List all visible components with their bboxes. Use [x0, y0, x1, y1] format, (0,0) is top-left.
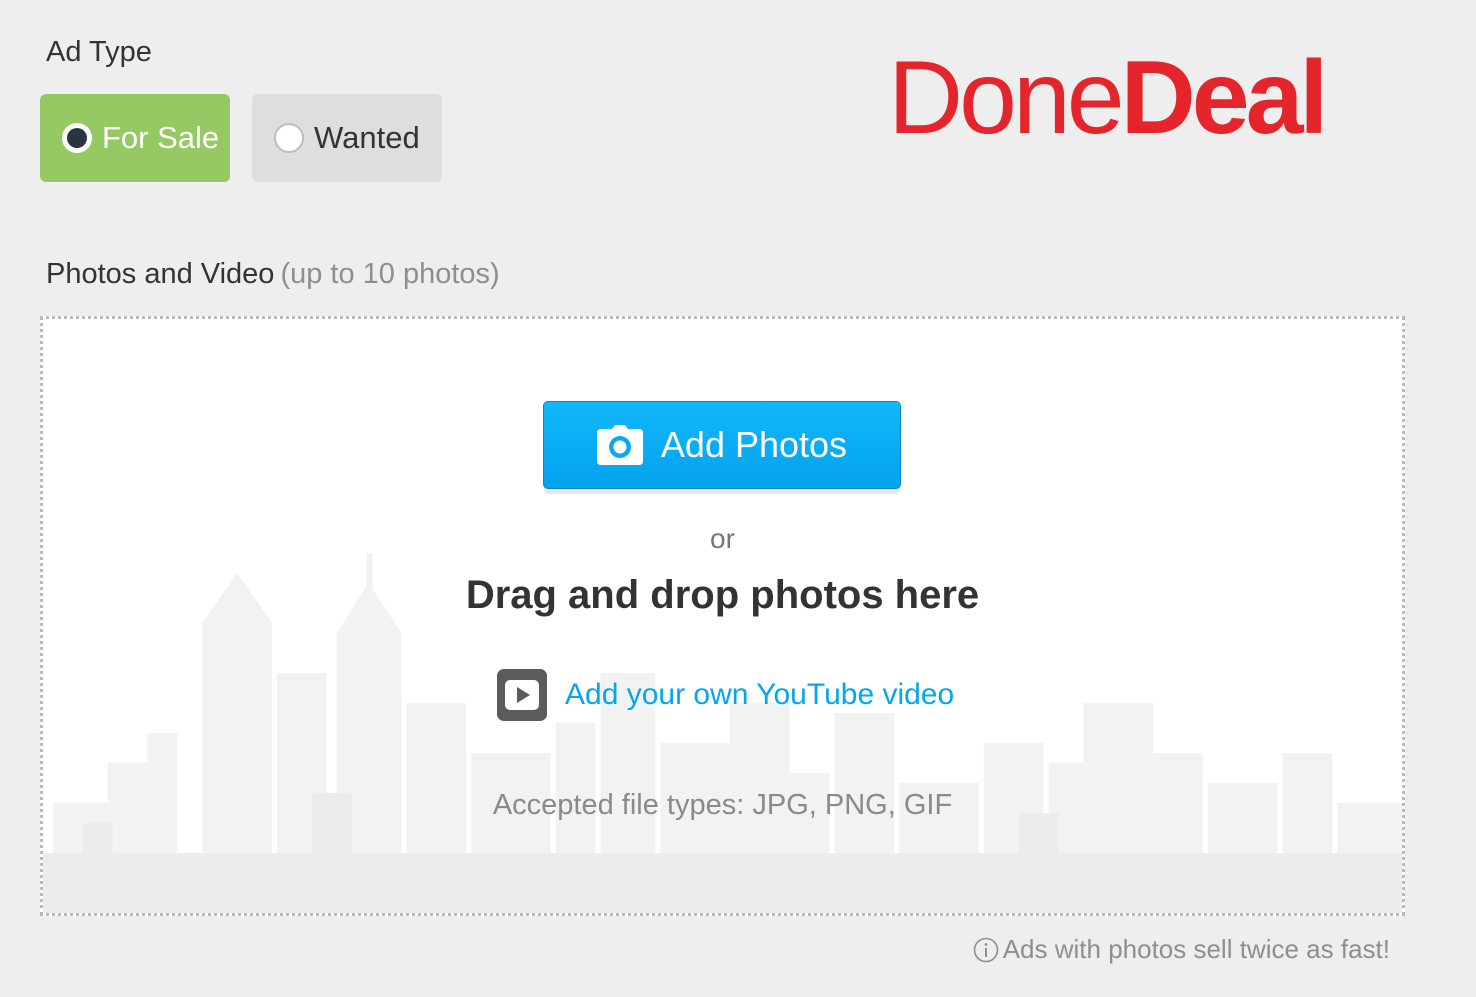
donedeal-logo: DoneDeal	[888, 46, 1328, 150]
logo-part-deal: Deal	[1120, 40, 1329, 156]
radio-unchecked-icon	[274, 123, 304, 153]
drag-drop-instructions: Drag and drop photos here	[465, 573, 980, 617]
youtube-link-label: Add your own YouTube video	[565, 678, 955, 711]
add-youtube-video-link[interactable]: Add your own YouTube video	[497, 669, 954, 721]
photo-tip: Ads with photos sell twice as fast!	[973, 934, 1390, 965]
radio-for-sale[interactable]: For Sale	[40, 94, 230, 182]
ad-type-label: Ad Type	[46, 36, 152, 68]
photos-section-heading: Photos and Video (up to 10 photos)	[46, 258, 500, 291]
radio-for-sale-label: For Sale	[102, 120, 220, 155]
accepted-file-types: Accepted file types: JPG, PNG, GIF	[492, 789, 953, 821]
add-photos-label: Add Photos	[660, 424, 848, 465]
photos-heading-note: (up to 10 photos)	[280, 258, 500, 290]
photos-heading-text: Photos and Video	[46, 258, 275, 290]
logo-part-done: Done	[888, 40, 1125, 156]
radio-checked-icon	[62, 123, 92, 153]
camera-icon	[596, 425, 643, 465]
radio-wanted-label: Wanted	[314, 120, 420, 155]
radio-wanted[interactable]: Wanted	[252, 94, 442, 182]
photo-dropzone[interactable]: Add Photos or Drag and drop photos here …	[40, 316, 1405, 916]
info-icon	[973, 937, 999, 962]
or-separator: or	[710, 523, 735, 554]
photo-tip-text: Ads with photos sell twice as fast!	[1002, 934, 1390, 964]
add-photos-button[interactable]: Add Photos	[543, 401, 901, 489]
play-video-icon	[497, 669, 547, 721]
